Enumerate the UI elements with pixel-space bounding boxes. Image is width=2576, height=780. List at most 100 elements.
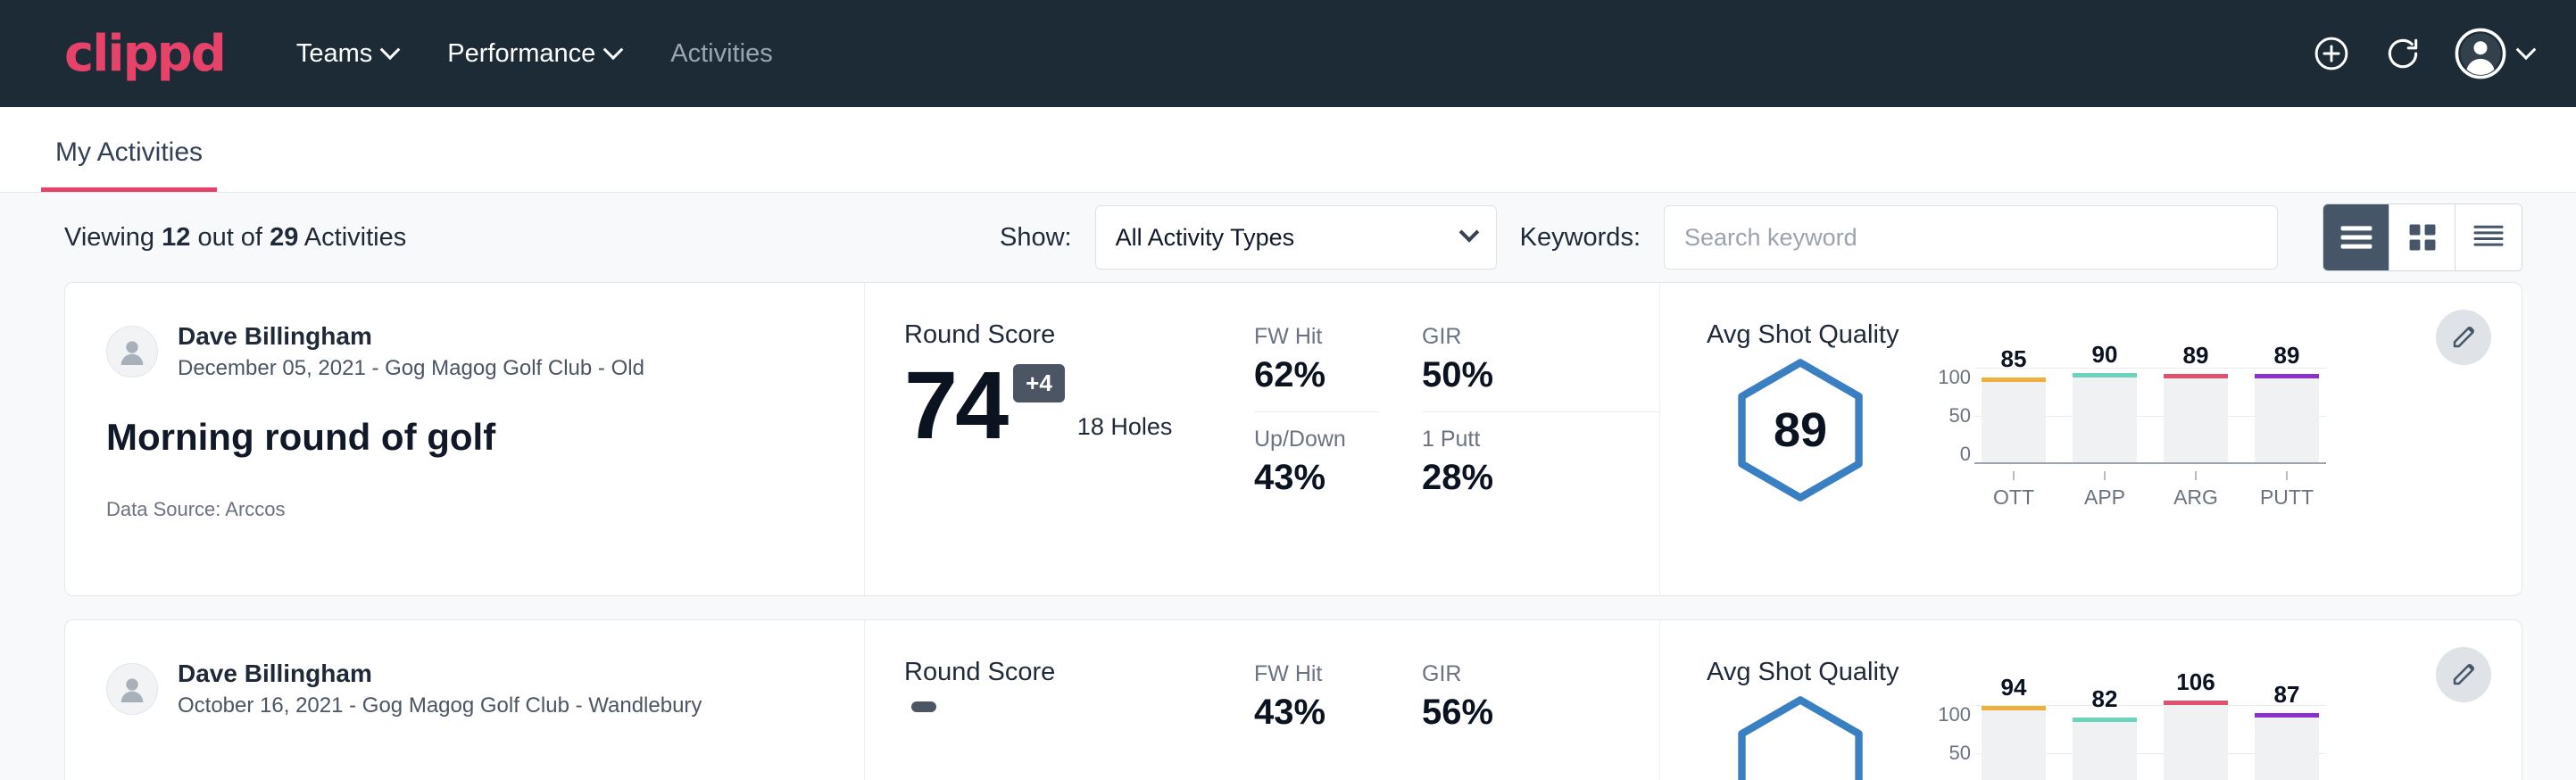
stat-label: FW Hit bbox=[1254, 661, 1379, 687]
user-avatar-icon bbox=[114, 671, 150, 707]
bar bbox=[1982, 382, 2046, 464]
bar-cap bbox=[2164, 374, 2228, 378]
nav-item-teams[interactable]: Teams bbox=[296, 39, 397, 69]
chart-bars: 948210687 bbox=[1982, 705, 2319, 780]
avatar bbox=[106, 326, 158, 378]
round-score-column: Round Score bbox=[865, 620, 1240, 780]
y-tick: 100 bbox=[1923, 368, 1971, 387]
bar-value-label: 87 bbox=[2255, 681, 2319, 709]
pencil-icon bbox=[2450, 661, 2477, 688]
stat-label: GIR bbox=[1422, 324, 1659, 350]
top-navigation-bar: clippd Teams Performance Activities bbox=[0, 0, 2576, 107]
stat-fw-hit: FW Hit 43% bbox=[1254, 661, 1379, 733]
avg-shot-quality-body: 89 100 50 0 85908989 bbox=[1707, 355, 2414, 510]
viewing-middle: out of bbox=[197, 223, 262, 252]
chevron-down-icon bbox=[603, 39, 624, 60]
compact-view-toggle[interactable] bbox=[2456, 204, 2522, 270]
account-avatar[interactable] bbox=[2455, 28, 2533, 79]
chevron-down-icon bbox=[2516, 39, 2537, 60]
activity-owner: Dave Billingham December 05, 2021 - Gog … bbox=[106, 320, 823, 384]
round-stats-column: FW Hit 43% GIR 56% bbox=[1240, 620, 1659, 780]
nav-item-activities[interactable]: Activities bbox=[670, 39, 772, 69]
x-tick-label: OTT bbox=[1993, 485, 2034, 510]
chart-plot-area: 85 90 89 89 bbox=[1982, 368, 2319, 464]
list-view-toggle[interactable] bbox=[2323, 204, 2389, 270]
search-input[interactable] bbox=[1664, 205, 2278, 270]
clippd-logo[interactable]: clippd bbox=[64, 25, 225, 83]
stat-one-putt: 1 Putt 28% bbox=[1422, 427, 1659, 498]
page-tab-bar: My Activities bbox=[0, 107, 2576, 193]
y-tick: 0 bbox=[1923, 444, 1971, 464]
x-tick-wrap: ARG bbox=[2164, 471, 2228, 510]
bar bbox=[2164, 378, 2228, 464]
stat-value: 43% bbox=[1254, 693, 1379, 733]
tab-my-activities[interactable]: My Activities bbox=[41, 137, 217, 192]
holes-label: 18 Holes bbox=[1077, 413, 1173, 441]
edit-activity-button[interactable] bbox=[2436, 310, 2491, 365]
x-tick-mark bbox=[2286, 471, 2288, 480]
stat-value: 62% bbox=[1254, 355, 1379, 395]
shot-quality-bar-chart: 100 50 0 948210687 OTTAPPARGPUTT bbox=[1923, 693, 2319, 780]
bar bbox=[1982, 710, 2046, 780]
bar-value-label: 106 bbox=[2164, 668, 2228, 696]
chart-y-axis: 100 50 0 bbox=[1923, 705, 1971, 780]
bar-column: 89 bbox=[2164, 368, 2228, 464]
x-tick-wrap: PUTT bbox=[2255, 471, 2319, 510]
add-circle-icon[interactable] bbox=[2312, 34, 2351, 73]
bar-value-label: 94 bbox=[1982, 674, 2046, 701]
chevron-down-icon bbox=[380, 39, 401, 60]
stat-value: 56% bbox=[1422, 693, 1659, 733]
activity-card[interactable]: Dave Billingham December 05, 2021 - Gog … bbox=[64, 282, 2522, 596]
round-score-label: Round Score bbox=[904, 658, 1240, 687]
divider bbox=[1254, 411, 1379, 412]
tab-my-activities-label: My Activities bbox=[55, 137, 203, 167]
activity-title: Morning round of golf bbox=[106, 416, 823, 459]
activity-card[interactable]: Dave Billingham October 16, 2021 - Gog M… bbox=[64, 619, 2522, 780]
round-score-value: 74 bbox=[904, 359, 1006, 452]
x-tick-wrap: APP bbox=[2073, 471, 2137, 510]
nav-item-teams-label: Teams bbox=[296, 39, 372, 69]
x-tick-label: PUTT bbox=[2260, 485, 2314, 510]
bar-column: 90 bbox=[2073, 368, 2137, 464]
bar-cap bbox=[1982, 378, 2046, 382]
keywords-label: Keywords: bbox=[1520, 223, 1641, 253]
refresh-icon[interactable] bbox=[2383, 34, 2422, 73]
avg-shot-quality-value: 89 bbox=[1774, 402, 1827, 458]
avatar bbox=[106, 663, 158, 715]
bar bbox=[2073, 378, 2137, 464]
filter-toolbar: Viewing 12 out of 29 Activities Show: Al… bbox=[0, 193, 2576, 282]
bar-cap bbox=[1982, 706, 2046, 710]
edit-activity-button[interactable] bbox=[2436, 647, 2491, 702]
viewing-count-text: Viewing 12 out of 29 Activities bbox=[64, 223, 406, 253]
data-source-label: Data Source: Arccos bbox=[106, 498, 823, 521]
stat-label: GIR bbox=[1422, 661, 1659, 687]
activity-type-select[interactable]: All Activity Types bbox=[1095, 205, 1497, 270]
bar-value-label: 85 bbox=[1982, 345, 2046, 373]
bar-cap bbox=[2255, 374, 2319, 378]
activity-card-list: Dave Billingham December 05, 2021 - Gog … bbox=[0, 282, 2576, 780]
score-differential-badge bbox=[911, 701, 936, 712]
avg-shot-quality-body: 100 50 0 948210687 OTTAPPARGPUTT bbox=[1707, 693, 2414, 780]
nav-item-performance[interactable]: Performance bbox=[447, 39, 620, 69]
shot-quality-hexagon: 89 bbox=[1707, 355, 1894, 505]
bar-column: 94 bbox=[1982, 705, 2046, 780]
activity-meta: December 05, 2021 - Gog Magog Golf Club … bbox=[178, 353, 644, 384]
activity-info-column: Dave Billingham December 05, 2021 - Gog … bbox=[65, 283, 865, 595]
x-tick-label: APP bbox=[2084, 485, 2125, 510]
stat-gir: GIR 50% bbox=[1422, 324, 1659, 427]
stat-gir: GIR 56% bbox=[1422, 661, 1659, 733]
stat-fw-hit: FW Hit 62% bbox=[1254, 324, 1379, 427]
divider bbox=[1422, 411, 1659, 412]
activity-meta: October 16, 2021 - Gog Magog Golf Club -… bbox=[178, 691, 702, 721]
round-score-column: Round Score 74 +4 18 Holes bbox=[865, 283, 1240, 595]
bar-column: 89 bbox=[2255, 368, 2319, 464]
activity-info-column: Dave Billingham October 16, 2021 - Gog M… bbox=[65, 620, 865, 780]
stat-label: FW Hit bbox=[1254, 324, 1379, 350]
bar-cap bbox=[2073, 718, 2137, 722]
user-avatar-icon bbox=[2455, 28, 2506, 79]
nav-item-performance-label: Performance bbox=[447, 39, 595, 69]
nav-actions bbox=[2312, 28, 2533, 79]
grid-view-toggle[interactable] bbox=[2389, 204, 2456, 270]
bar-column: 85 bbox=[1982, 368, 2046, 464]
x-tick-wrap: OTT bbox=[1982, 471, 2046, 510]
